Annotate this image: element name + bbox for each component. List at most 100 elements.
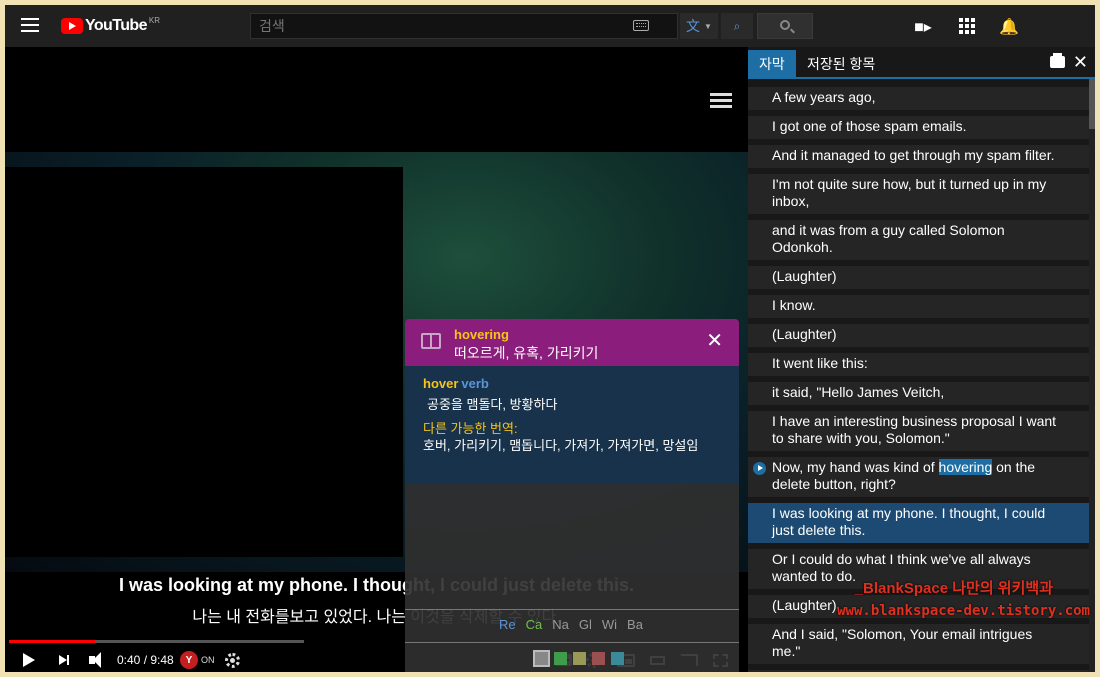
transcript-line[interactable]: I have an interesting business proposal … [748, 411, 1089, 451]
transcript-line-text: A few years ago, [772, 89, 876, 105]
transcript-line-text: (Laughter) [772, 268, 837, 284]
source-tab[interactable]: Re [499, 617, 516, 632]
other-translations: 호버, 가리키기, 맴돕니다, 가져가, 가져가면, 망설임 [423, 438, 699, 453]
tab-saved-items[interactable]: 저장된 항목 [796, 50, 886, 77]
masthead: YouTube KR 文 ▼ ⌕ ■▸ 🔔 [5, 5, 1095, 47]
logo-country: KR [148, 16, 160, 25]
play-icon [23, 653, 35, 667]
search-icon [780, 20, 790, 30]
definition-sense: 공중을 맴돌다, 방황하다 [427, 397, 558, 412]
headword-text: hover [423, 376, 459, 391]
transcript-line[interactable]: (Laughter) [748, 324, 1089, 347]
keyboard-icon[interactable] [633, 20, 649, 31]
translate-icon: 文 [686, 18, 701, 34]
popup-translation: 떠오르게, 유혹, 가리키기 [454, 345, 599, 361]
transcript-line[interactable]: Now, my hand was kind of hovering on the… [748, 457, 1089, 497]
youtube-logo[interactable]: YouTube KR [61, 15, 160, 37]
caption-search-button[interactable]: ⌕ [721, 13, 753, 39]
transcript-line[interactable]: I know. [748, 295, 1089, 318]
other-translations-label: 다른 가능한 번역: [423, 421, 518, 436]
hamburger-menu-icon[interactable] [19, 15, 41, 37]
popup-definition: hover verb 공중을 맴돌다, 방황하다 다른 가능한 번역: 호버, 가… [405, 366, 739, 484]
search-button[interactable] [757, 13, 813, 39]
dictionary-popup: hovering 떠오르게, 유혹, 가리키기 ✕ hover verb 공중을 … [405, 319, 739, 672]
tab-subtitles[interactable]: 자막 [748, 50, 796, 77]
popup-header: hovering 떠오르게, 유혹, 가리키기 ✕ [405, 319, 739, 366]
playlist-menu-icon[interactable] [710, 93, 732, 111]
transcript-line[interactable]: (Laughter) [748, 670, 1089, 672]
print-icon[interactable] [1050, 53, 1065, 68]
notifications-bell-icon[interactable]: 🔔 [999, 17, 1019, 36]
youtube-play-icon [61, 18, 83, 34]
transcript-line[interactable]: It went like this: [748, 353, 1089, 376]
play-button[interactable] [23, 651, 35, 669]
color-swatch[interactable] [592, 652, 605, 665]
source-tab[interactable]: Wi [602, 617, 617, 632]
logo-text: YouTube [85, 17, 147, 34]
transcript-line-text: And it managed to get through my spam fi… [772, 147, 1055, 163]
video-dark-region [5, 167, 403, 557]
source-tab[interactable]: Ba [627, 617, 643, 632]
popup-divider [405, 609, 739, 610]
transcript-line[interactable]: (Laughter) [748, 266, 1089, 289]
next-button[interactable] [59, 651, 69, 669]
extension-settings-button[interactable] [225, 651, 240, 669]
transcript-line-text: it said, "Hello James Veitch, [772, 384, 945, 400]
popup-word: hovering [454, 327, 509, 342]
extension-toggle-state: ON [201, 655, 215, 665]
progress-played [9, 640, 96, 643]
next-icon [59, 655, 69, 665]
progress-bar[interactable] [9, 640, 304, 643]
transcript-line[interactable]: And I said, "Solomon, Your email intrigu… [748, 624, 1089, 664]
color-swatch[interactable] [533, 650, 550, 667]
source-tab[interactable]: Gl [579, 617, 592, 632]
transcript-line-text: I was looking at my phone. I thought, I … [772, 505, 1046, 538]
color-swatch[interactable] [611, 652, 624, 665]
current-line-play-icon[interactable] [753, 462, 766, 475]
transcript-line-text: And I said, "Solomon, Your email intrigu… [772, 626, 1033, 659]
apps-grid-icon[interactable] [957, 17, 977, 35]
app-frame: YouTube KR 文 ▼ ⌕ ■▸ 🔔 I was looking at m… [5, 5, 1095, 672]
transcript-line[interactable]: I'm not quite sure how, but it turned up… [748, 174, 1089, 214]
transcript-line-text: (Laughter) [772, 597, 837, 613]
caption-search-icon: ⌕ [733, 18, 741, 33]
time-display: 0:40 / 9:48 [117, 653, 174, 667]
gear-icon [225, 652, 240, 668]
popup-divider [405, 642, 739, 643]
transcript-line[interactable]: A few years ago, [748, 87, 1089, 110]
color-swatches [533, 650, 624, 667]
dictionary-icon [421, 333, 441, 349]
search-input[interactable] [251, 14, 621, 38]
watermark-title: _BlankSpace 나만의 위키백과 [854, 580, 1053, 597]
panel-close-icon[interactable]: ✕ [1073, 52, 1088, 73]
translate-extension-button[interactable]: 文 ▼ [680, 13, 718, 39]
transcript-line-text: Now, my hand was kind of hovering on the… [772, 459, 1036, 492]
part-of-speech: verb [461, 376, 489, 391]
source-tab[interactable]: Ca [526, 617, 543, 632]
headword: hover verb [423, 376, 489, 391]
transcript-line-text: It went like this: [772, 355, 868, 371]
create-video-icon[interactable]: ■▸ [913, 17, 933, 36]
transcript-line-text: I have an interesting business proposal … [772, 413, 1057, 446]
panel-scrollbar[interactable] [1089, 79, 1095, 672]
color-swatch[interactable] [554, 652, 567, 665]
panel-tabs: 자막 저장된 항목 ✕ [748, 47, 1095, 79]
volume-button[interactable] [89, 651, 101, 669]
transcript-line-text: I got one of those spam emails. [772, 118, 967, 134]
search-box [250, 13, 678, 39]
chevron-down-icon: ▼ [704, 21, 712, 31]
transcript-line[interactable]: and it was from a guy called Solomon Odo… [748, 220, 1089, 260]
transcript-line[interactable]: it said, "Hello James Veitch, [748, 382, 1089, 405]
transcript-line-text: and it was from a guy called Solomon Odo… [772, 222, 1005, 255]
video-player[interactable]: I was looking at my phone. I thought, I … [5, 47, 748, 672]
popup-close-icon[interactable]: ✕ [706, 328, 723, 353]
transcript-line[interactable]: And it managed to get through my spam fi… [748, 145, 1089, 168]
color-swatch[interactable] [573, 652, 586, 665]
watermark-url: www.blankspace-dev.tistory.com [837, 603, 1090, 619]
transcript-line[interactable]: I was looking at my phone. I thought, I … [748, 503, 1089, 543]
transcript-line[interactable]: I got one of those spam emails. [748, 116, 1089, 139]
source-tab[interactable]: Na [552, 617, 569, 632]
highlighted-word[interactable]: hovering [938, 459, 993, 475]
transcript-line-text: (Laughter) [772, 326, 837, 342]
extension-toggle[interactable]: Y ON [180, 651, 215, 669]
